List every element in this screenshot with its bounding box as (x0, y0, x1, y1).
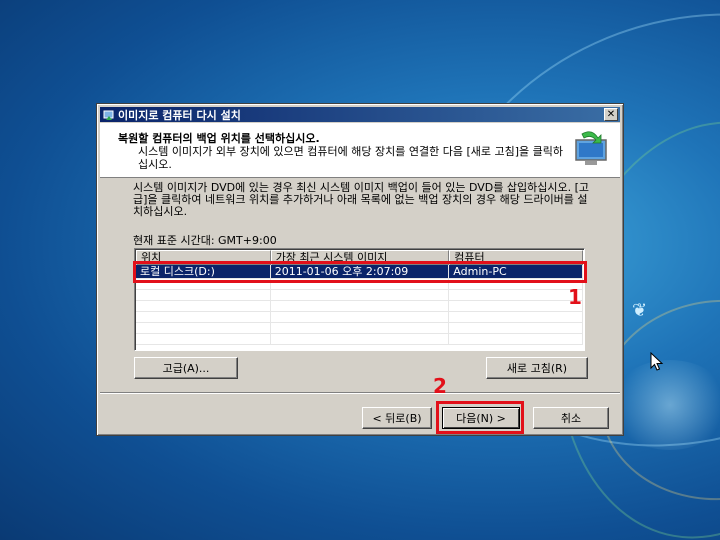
annotation-label-2: 2 (433, 374, 447, 398)
highlight-box-next-button (436, 401, 524, 434)
bird-icon: ❦ (632, 300, 648, 321)
header-subtitle: 시스템 이미지가 외부 장치에 있으면 컴퓨터에 해당 장치를 연결한 다음 [… (138, 145, 563, 171)
computer-restore-icon (575, 131, 607, 165)
header-title: 복원할 컴퓨터의 백업 위치를 선택하십시오. (118, 132, 320, 145)
empty-row (136, 323, 583, 334)
empty-row (136, 312, 583, 323)
timezone-label: 현재 표준 시간대: GMT+9:00 (133, 234, 277, 247)
backup-restore-icon (103, 110, 114, 120)
highlight-box-backup-row (133, 261, 587, 283)
back-button[interactable]: < 뒤로(B) (362, 407, 432, 429)
cancel-button[interactable]: 취소 (533, 407, 609, 429)
mouse-pointer-icon (650, 352, 664, 371)
empty-row (136, 301, 583, 312)
dialog-description: 시스템 이미지가 DVD에 있는 경우 최신 시스템 이미지 백업이 들어 있는… (133, 181, 589, 218)
empty-row (136, 290, 583, 301)
dialog-header: 복원할 컴퓨터의 백업 위치를 선택하십시오. 시스템 이미지가 외부 장치에 … (100, 123, 620, 178)
refresh-button[interactable]: 새로 고침(R) (486, 357, 588, 379)
close-button[interactable]: ✕ (604, 108, 618, 121)
dialog-titlebar[interactable]: 이미지로 컴퓨터 다시 설치 ✕ (100, 107, 620, 122)
dialog-title: 이미지로 컴퓨터 다시 설치 (118, 108, 241, 122)
annotation-label-1: 1 (568, 285, 582, 309)
wallpaper-glow (610, 360, 720, 450)
empty-row (136, 334, 583, 345)
divider (100, 392, 620, 394)
advanced-button[interactable]: 고급(A)... (134, 357, 238, 379)
